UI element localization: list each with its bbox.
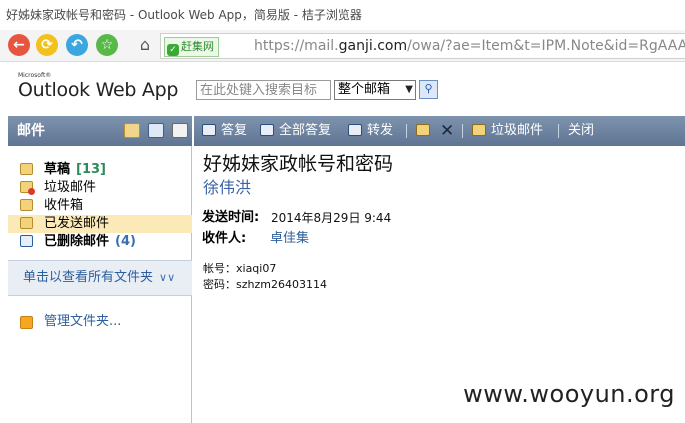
folder-label: 收件箱	[44, 198, 84, 213]
forward-icon[interactable]: ⟳	[36, 34, 58, 56]
forward-label: 转发	[367, 123, 394, 138]
manage-folders-icon	[20, 316, 33, 329]
window-title: 好姊妹家政帐号和密码 - Outlook Web App，简易版 - 桔子浏览器	[0, 0, 685, 30]
reply-icon	[202, 124, 216, 136]
double-chevron-down-icon: ∨∨	[159, 271, 176, 284]
delete-icon[interactable]: ✕	[440, 116, 454, 146]
junk-icon	[472, 124, 486, 136]
folder-pane: 草稿 [13] 垃圾邮件 收件箱 已发送邮件 已删除邮件 (4) 单击以查看所有文件…	[8, 146, 192, 423]
reply-all-button[interactable]: 全部答复	[260, 116, 331, 146]
mail-icon[interactable]	[124, 123, 140, 138]
url-rest: /owa/?ae=Item&t=IPM.Note&id=RgAAAA	[407, 38, 685, 54]
folder-label: 已发送邮件	[44, 216, 110, 231]
secure-badge[interactable]: ✓ 赶集网	[164, 37, 219, 57]
contacts-icon[interactable]	[172, 123, 188, 138]
close-button[interactable]: 关闭	[568, 116, 594, 146]
calendar-icon[interactable]	[148, 123, 164, 138]
search-scope-value: 整个邮箱	[338, 82, 391, 97]
logo-outlook-web-app: Outlook Web App	[18, 79, 179, 101]
logo-microsoft: Microsoft®	[18, 72, 52, 79]
folder-sent[interactable]: 已发送邮件	[8, 215, 192, 233]
move-icon	[416, 124, 430, 136]
chevron-down-icon: ▼	[405, 84, 413, 95]
reply-label: 答复	[221, 123, 248, 138]
refresh-icon[interactable]: ↶	[66, 34, 88, 56]
folder-label: 垃圾邮件	[44, 180, 97, 195]
folder-count: [13]	[76, 162, 106, 177]
favorite-icon[interactable]: ☆	[96, 34, 118, 56]
junk-folder-icon	[20, 181, 35, 195]
mail-nav-title: 邮件	[17, 123, 45, 139]
forward-mail-icon	[348, 124, 362, 136]
watermark: www.wooyun.org	[463, 380, 675, 408]
reply-all-icon	[260, 124, 274, 136]
search-input[interactable]	[196, 80, 331, 100]
search-button[interactable]: ⚲	[419, 80, 438, 99]
junk-label: 垃圾邮件	[491, 123, 544, 138]
body-line-account: 帐号：xiaqi07	[203, 262, 277, 275]
browser-toolbar: ← ⟳ ↶ ☆ ⌂ ✓ 赶集网 https://mail.ganji.com/ow…	[0, 30, 685, 62]
manage-folders-label: 管理文件夹...	[44, 314, 122, 329]
search-scope-select[interactable]: 整个邮箱 ▼	[334, 80, 416, 100]
address-bar[interactable]: ✓ 赶集网 https://mail.ganji.com/owa/?ae=Item…	[160, 33, 685, 59]
folder-drafts[interactable]: 草稿 [13]	[8, 161, 192, 179]
url-text[interactable]: https://mail.ganji.com/owa/?ae=Item&t=IP…	[254, 34, 685, 58]
move-button[interactable]	[416, 116, 435, 146]
mail-nav-header: 邮件	[8, 116, 192, 146]
reply-all-label: 全部答复	[279, 123, 332, 138]
folder-label: 已删除邮件	[44, 234, 110, 249]
reply-button[interactable]: 答复	[202, 116, 247, 146]
close-label: 关闭	[568, 123, 595, 138]
view-all-folders-label: 单击以查看所有文件夹	[23, 270, 154, 285]
folder-count: (4)	[115, 234, 136, 249]
message-sender[interactable]: 徐伟洪	[203, 177, 251, 199]
message-subject: 好姊妹家政帐号和密码	[203, 153, 394, 175]
search-icon: ⚲	[424, 82, 433, 95]
home-icon[interactable]: ⌂	[135, 35, 155, 55]
junk-button[interactable]: 垃圾邮件	[472, 116, 543, 146]
folder-deleted[interactable]: 已删除邮件 (4)	[8, 233, 192, 251]
inbox-folder-icon	[20, 199, 33, 211]
view-all-folders-link[interactable]: 单击以查看所有文件夹 ∨∨	[8, 260, 192, 296]
folder-junk[interactable]: 垃圾邮件	[8, 179, 192, 197]
back-icon[interactable]: ←	[8, 34, 30, 56]
recipient-label: 收件人:	[202, 231, 247, 246]
shield-icon: ✓	[167, 44, 179, 56]
sent-time-label: 发送时间:	[202, 210, 260, 225]
owa-logo: Microsoft® Outlook Web App	[18, 72, 178, 104]
manage-folders-link[interactable]: 管理文件夹...	[8, 312, 192, 332]
recipient-value[interactable]: 卓佳集	[270, 230, 309, 248]
folder-inbox[interactable]: 收件箱	[8, 197, 192, 215]
toolbar-divider	[558, 124, 559, 138]
url-prefix: https://mail.	[254, 38, 339, 54]
toolbar-divider	[462, 124, 463, 138]
drafts-folder-icon	[20, 163, 33, 175]
url-host: ganji.com	[338, 38, 408, 54]
body-line-password: 密码：szhzm26403114	[203, 278, 327, 291]
message-toolbar: 答复 全部答复 转发 ✕ 垃圾邮件 关闭	[194, 116, 685, 146]
secure-badge-label: 赶集网	[181, 40, 214, 53]
toolbar-divider	[406, 124, 407, 138]
deleted-folder-icon	[20, 235, 33, 247]
forward-button[interactable]: 转发	[348, 116, 393, 146]
sent-folder-icon	[20, 217, 33, 229]
folder-label: 草稿	[44, 162, 71, 177]
sent-time-value: 2014年8月29日 9:44	[271, 211, 392, 225]
